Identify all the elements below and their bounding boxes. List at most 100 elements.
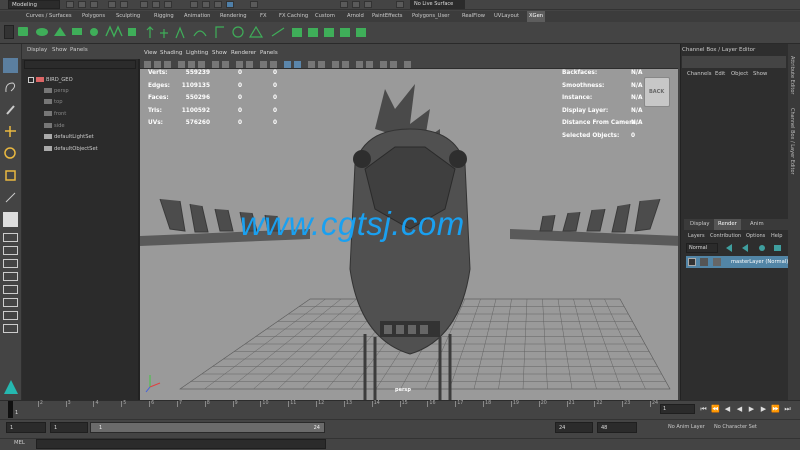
viewport-menu-view[interactable]: View <box>144 50 157 56</box>
shelf-tab[interactable]: Curves / Surfaces <box>24 11 74 22</box>
mode-select[interactable]: Modeling <box>8 0 60 9</box>
snap-curve-icon[interactable] <box>202 1 210 8</box>
xgen-shelf-icons-2[interactable] <box>146 24 386 42</box>
current-time-marker[interactable] <box>8 401 13 418</box>
outliner-menu-panels[interactable]: Panels <box>70 47 88 53</box>
go-to-start-icon[interactable]: ⏮ <box>699 404 708 414</box>
layout-uv-icon[interactable] <box>3 311 18 320</box>
layer-menu-layers[interactable]: Layers <box>688 233 705 239</box>
time-slider-track[interactable] <box>8 401 658 418</box>
current-frame-field[interactable]: 1 <box>660 404 695 414</box>
tab-display[interactable]: Display <box>686 219 714 230</box>
last-tool-icon[interactable] <box>3 190 18 205</box>
shelf-menu-icon[interactable] <box>4 25 14 39</box>
layer-visibility-icon[interactable] <box>700 258 708 266</box>
select-hierarchy-icon[interactable] <box>140 1 148 8</box>
select-tool-icon[interactable] <box>3 58 18 73</box>
ipr-render-icon[interactable] <box>352 1 360 8</box>
playback-end-field[interactable]: 24 <box>555 422 593 433</box>
layer-menu-options[interactable]: Options <box>746 233 765 239</box>
save-scene-icon[interactable] <box>90 1 98 8</box>
step-forward-frame-icon[interactable]: ▶ <box>759 404 768 414</box>
render-toggle-icon[interactable] <box>688 258 696 266</box>
viewport-menu-lighting[interactable]: Lighting <box>186 50 208 56</box>
tab-anim[interactable]: Anim <box>746 219 768 230</box>
step-back-key-icon[interactable]: ⏪ <box>711 404 720 414</box>
viewport-toolbar-icons[interactable] <box>142 60 678 69</box>
undo-icon[interactable] <box>108 1 116 8</box>
layout-hypershade-icon[interactable] <box>3 285 18 294</box>
viewport-menu-renderer[interactable]: Renderer <box>231 50 256 56</box>
command-input[interactable] <box>36 439 326 449</box>
redo-icon[interactable] <box>120 1 128 8</box>
outliner-item[interactable]: front <box>44 110 66 119</box>
layout-outliner-icon[interactable] <box>3 259 18 268</box>
single-pane-layout-icon[interactable] <box>3 212 18 227</box>
layout-two-pane-icon[interactable] <box>3 233 18 242</box>
shelf-tab[interactable]: XGen <box>527 11 546 22</box>
shelf-tab[interactable]: Sculpting <box>114 11 142 22</box>
outliner-menu-display[interactable]: Display <box>27 47 47 53</box>
layout-script-icon[interactable] <box>3 324 18 333</box>
select-object-icon[interactable] <box>152 1 160 8</box>
shelf-tab[interactable]: UVLayout <box>492 11 521 22</box>
make-live-icon[interactable] <box>250 1 258 8</box>
side-tab-channel-box[interactable]: Channel Box / Layer Editor <box>789 108 795 175</box>
play-forwards-icon[interactable]: ▶ <box>747 404 756 414</box>
open-scene-icon[interactable] <box>78 1 86 8</box>
outliner-item[interactable]: top <box>44 98 63 107</box>
snap-grid-icon[interactable] <box>190 1 198 8</box>
xgen-shelf-icons[interactable] <box>16 24 140 42</box>
animation-start-field[interactable]: 1 <box>6 422 46 433</box>
move-tool-icon[interactable] <box>3 124 18 139</box>
lasso-tool-icon[interactable] <box>3 80 18 95</box>
viewport-menu-show[interactable]: Show <box>212 50 227 56</box>
outliner-search-input[interactable] <box>24 60 136 69</box>
paint-select-icon[interactable] <box>3 102 18 117</box>
channel-menu-object[interactable]: Object <box>731 71 748 77</box>
shelf-tab[interactable]: RealFlow <box>460 11 487 22</box>
snap-view-icon[interactable] <box>226 1 234 8</box>
anim-layer-label[interactable]: No Anim Layer <box>668 422 705 433</box>
step-back-frame-icon[interactable]: ◀ <box>723 404 732 414</box>
layout-graph-icon[interactable] <box>3 272 18 281</box>
mel-label[interactable]: MEL <box>14 440 25 446</box>
step-forward-key-icon[interactable]: ⏩ <box>771 404 780 414</box>
layer-action-icons[interactable] <box>722 243 786 253</box>
live-surface-field[interactable]: No Live Surface <box>410 0 465 9</box>
outliner-item[interactable]: defaultObjectSet <box>44 145 98 154</box>
animation-end-field[interactable]: 48 <box>597 422 637 433</box>
magnet-icon[interactable] <box>396 1 404 8</box>
shelf-tab[interactable]: Arnold <box>345 11 366 22</box>
new-scene-icon[interactable] <box>66 1 74 8</box>
shelf-tab[interactable]: FX <box>258 11 269 22</box>
select-component-icon[interactable] <box>164 1 172 8</box>
scale-tool-icon[interactable] <box>3 168 18 183</box>
shelf-tab[interactable]: PaintEffects <box>370 11 404 22</box>
viewport-menu-shading[interactable]: Shading <box>160 50 182 56</box>
shelf-tab[interactable]: Rendering <box>218 11 249 22</box>
rotate-tool-icon[interactable] <box>3 146 18 161</box>
outliner-item[interactable]: persp <box>44 87 69 96</box>
layer-menu-help[interactable]: Help <box>771 233 782 239</box>
shelf-tab[interactable]: Polygons <box>80 11 107 22</box>
shelf-tab[interactable]: Polygons_User <box>410 11 452 22</box>
expand-icon[interactable] <box>28 76 34 83</box>
render-settings-icon[interactable] <box>364 1 372 8</box>
outliner-item[interactable]: defaultLightSet <box>44 133 94 142</box>
shelf-tab[interactable]: Animation <box>182 11 212 22</box>
outliner-item[interactable]: BIRD_GEO <box>28 76 73 85</box>
outliner-menu-show[interactable]: Show <box>52 47 67 53</box>
viewcube[interactable]: BACK <box>644 77 670 107</box>
tab-render[interactable]: Render <box>714 219 741 230</box>
shelf-tab[interactable]: FX Caching <box>277 11 310 22</box>
side-tab-attribute-editor[interactable]: Attribute Editor <box>789 56 795 94</box>
channel-menu-channels[interactable]: Channels <box>687 71 712 77</box>
outliner-item[interactable]: side <box>44 122 65 131</box>
go-to-end-icon[interactable]: ⏭ <box>783 404 792 414</box>
snap-point-icon[interactable] <box>214 1 222 8</box>
layout-four-pane-icon[interactable] <box>3 246 18 255</box>
layout-render-icon[interactable] <box>3 298 18 307</box>
channel-menu-edit[interactable]: Edit <box>715 71 725 77</box>
render-icon[interactable] <box>340 1 348 8</box>
